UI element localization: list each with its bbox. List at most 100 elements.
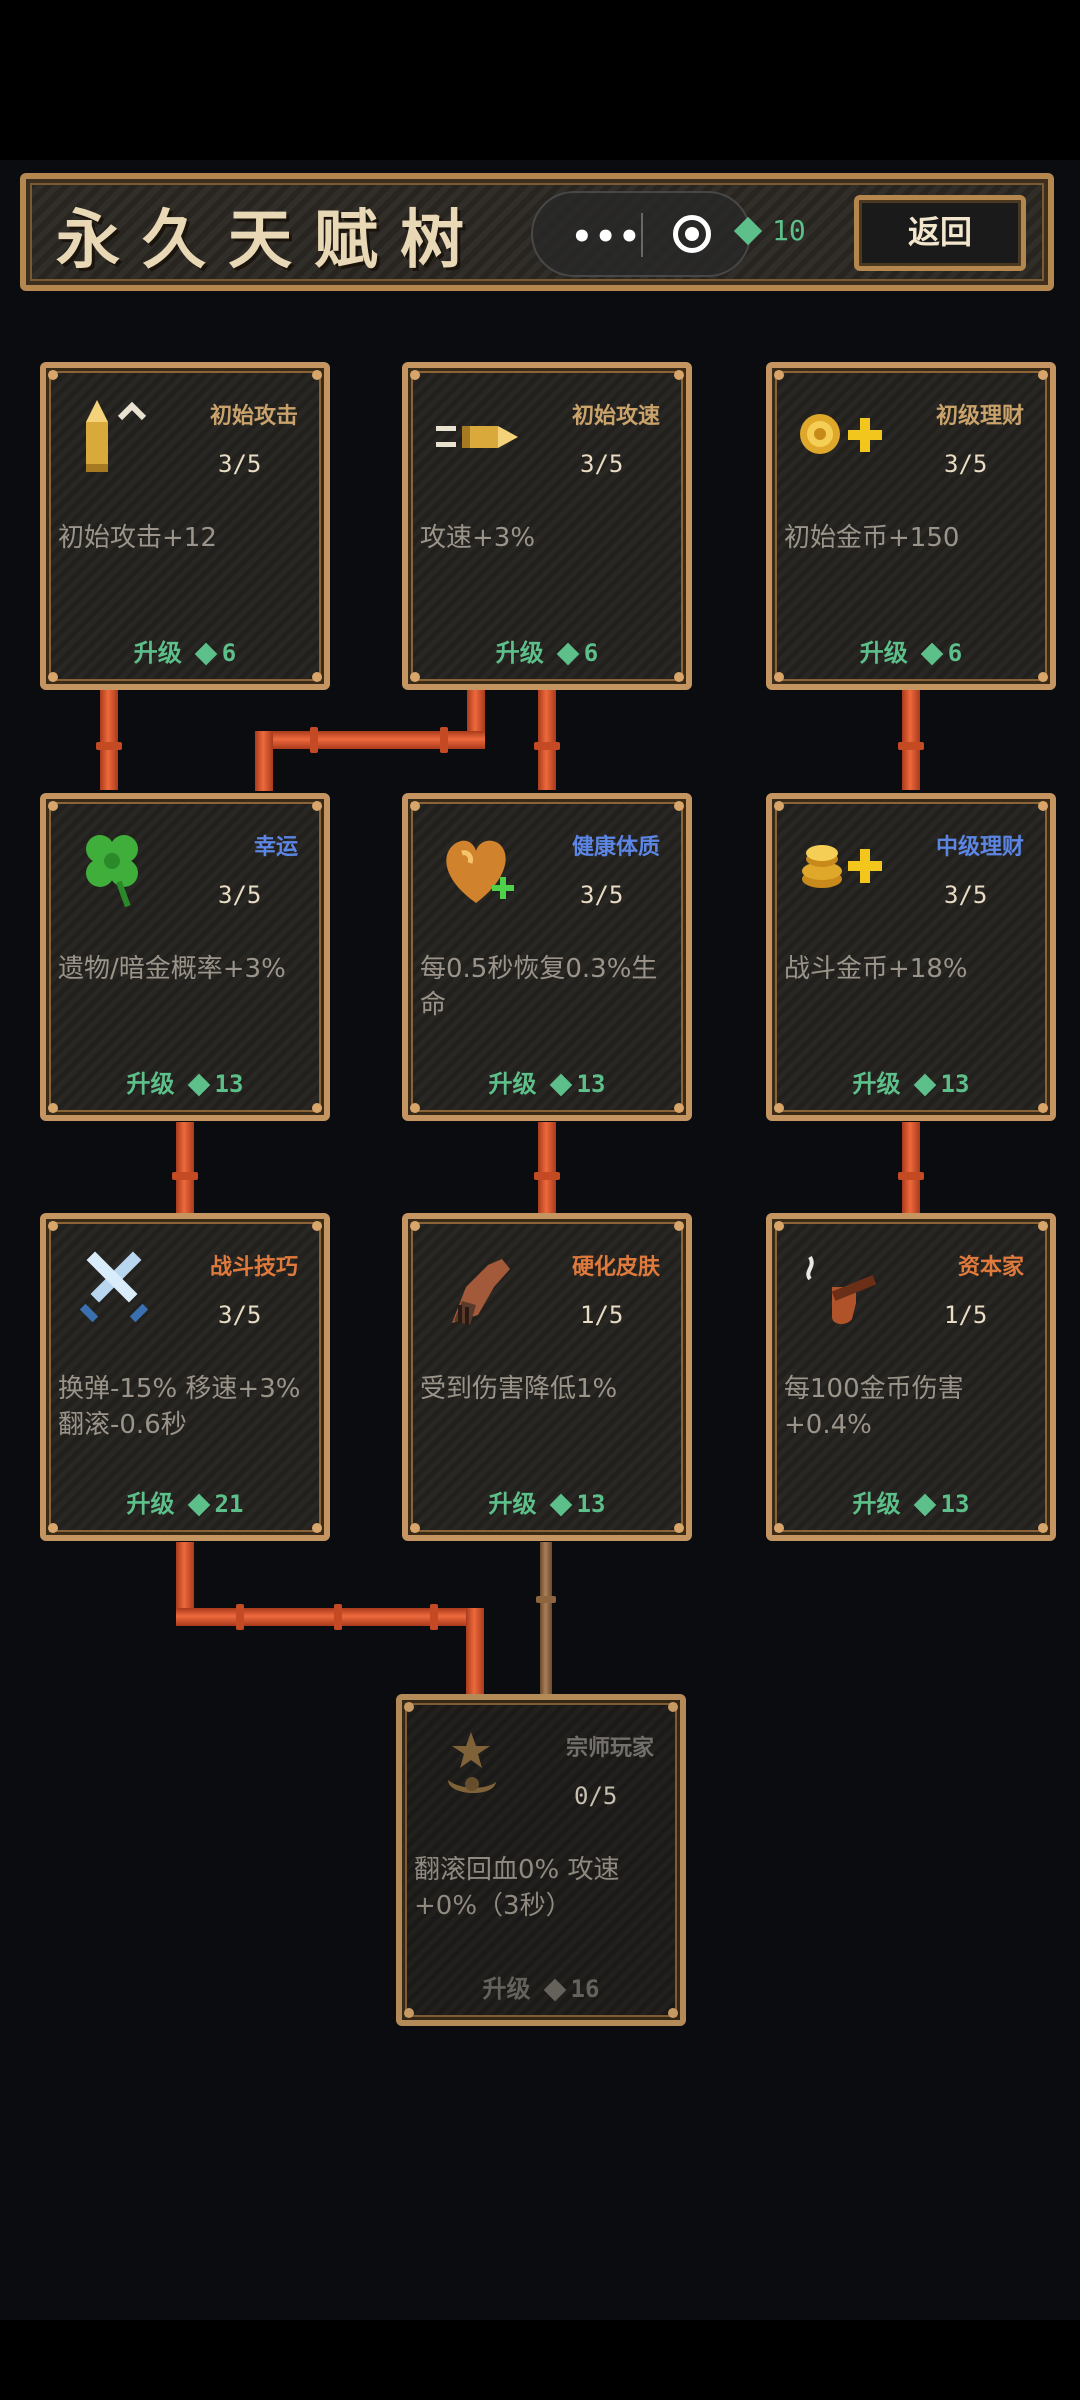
talent-description: 换弹-15% 移速+3% 翻滚-0.6秒 — [58, 1374, 301, 1440]
upgrade-cost: 16 — [570, 1975, 600, 2003]
upgrade-button[interactable]: 升级 16 — [402, 1969, 680, 2004]
rivet — [1038, 1103, 1048, 1113]
rivet — [1038, 1523, 1048, 1533]
rivet — [410, 1221, 420, 1231]
pipe-connector — [100, 690, 118, 790]
gem-icon — [549, 1493, 572, 1517]
rivet — [48, 672, 58, 682]
talent-tree-screen: 永久天赋树 ••• 10 返回 初始攻击 3/5 初始攻击+12 升级 6 初始攻速 3/ — [0, 0, 1080, 2400]
pipe-joint — [334, 1604, 342, 1630]
upgrade-label: 升级 — [482, 1975, 531, 2003]
rivet — [312, 1523, 322, 1533]
pipe-connector — [902, 1122, 920, 1216]
upgrade-label: 升级 — [126, 1070, 175, 1098]
talent-card-healthy-physique[interactable]: 健康体质 3/5 每0.5秒恢复0.3%生命 升级 13 — [402, 793, 692, 1121]
pipe-joint — [440, 727, 448, 753]
rivet — [774, 1221, 784, 1231]
rivet — [312, 801, 322, 811]
talent-card-luck[interactable]: 幸运 3/5 遗物/暗金概率+3% 升级 13 — [40, 793, 330, 1121]
rivet — [48, 1523, 58, 1533]
gem-counter: 10 — [733, 214, 806, 247]
talent-title: 资本家 — [957, 1255, 1024, 1280]
pipe-icon — [796, 1243, 886, 1333]
flying-bullet-icon — [432, 392, 522, 482]
talent-level: 3/5 — [580, 450, 624, 478]
pipe-connector — [538, 690, 556, 790]
rivet — [674, 672, 684, 682]
talent-card-master-player[interactable]: 宗师玩家 0/5 翻滚回血0% 攻速+0%（3秒） 升级 16 — [396, 1694, 686, 2026]
pipe-joint — [534, 742, 560, 750]
talent-description: 战斗金币+18% — [784, 954, 968, 984]
talent-level: 1/5 — [944, 1301, 988, 1329]
upgrade-label: 升级 — [852, 1490, 901, 1518]
talent-card-intermediate-finance[interactable]: 中级理财 3/5 战斗金币+18% 升级 13 — [766, 793, 1056, 1121]
gem-count: 10 — [772, 214, 806, 247]
rivet — [1038, 672, 1048, 682]
rivet — [1038, 801, 1048, 811]
upgrade-button[interactable]: 升级 13 — [46, 1064, 324, 1099]
upgrade-button[interactable]: 升级 21 — [46, 1484, 324, 1519]
gem-icon — [920, 642, 944, 666]
rivet — [410, 370, 420, 380]
rivet — [674, 1221, 684, 1231]
talent-description: 遗物/暗金概率+3% — [58, 954, 286, 984]
talent-title: 宗师玩家 — [565, 1736, 654, 1761]
talent-title: 中级理财 — [935, 835, 1024, 860]
close-target-icon[interactable] — [673, 215, 711, 253]
talent-card-starting-attack[interactable]: 初始攻击 3/5 初始攻击+12 升级 6 — [40, 362, 330, 690]
rivet — [48, 801, 58, 811]
pipe-connector — [538, 1122, 556, 1216]
upgrade-button[interactable]: 升级 6 — [772, 633, 1050, 668]
talent-card-capitalist[interactable]: 资本家 1/5 每100金币伤害+0.4% 升级 13 — [766, 1213, 1056, 1541]
talent-title: 硬化皮肤 — [571, 1255, 660, 1280]
rivet — [668, 1702, 678, 1712]
header-panel: 永久天赋树 ••• 10 返回 — [20, 173, 1054, 291]
page-title: 永久天赋树 — [56, 204, 486, 278]
talent-card-combat-skill[interactable]: 战斗技巧 3/5 换弹-15% 移速+3% 翻滚-0.6秒 升级 21 — [40, 1213, 330, 1541]
talent-card-basic-finance[interactable]: 初级理财 3/5 初始金币+150 升级 6 — [766, 362, 1056, 690]
upgrade-button[interactable]: 升级 13 — [772, 1484, 1050, 1519]
crossed-swords-icon — [70, 1243, 160, 1333]
pipe-connector — [176, 1542, 194, 1616]
rivet — [774, 801, 784, 811]
bottom-bar-area — [0, 2320, 1080, 2400]
talent-title: 初级理财 — [935, 404, 1024, 429]
pipe-joint — [534, 1172, 560, 1180]
rivet — [312, 370, 322, 380]
pipe-joint — [430, 1604, 438, 1630]
upgrade-cost: 6 — [583, 639, 599, 667]
rivet — [774, 1523, 784, 1533]
upgrade-label: 升级 — [859, 639, 908, 667]
back-button[interactable]: 返回 — [854, 195, 1026, 271]
gem-icon — [543, 1978, 566, 2002]
rivet — [1038, 370, 1048, 380]
rivet — [774, 370, 784, 380]
pipe-joint — [898, 742, 924, 750]
rivet — [404, 2008, 414, 2018]
upgrade-button[interactable]: 升级 6 — [408, 633, 686, 668]
pipe-joint — [96, 742, 122, 750]
talent-card-starting-attack-speed[interactable]: 初始攻速 3/5 攻速+3% 升级 6 — [402, 362, 692, 690]
talent-card-hardened-skin[interactable]: 硬化皮肤 1/5 受到伤害降低1% 升级 13 — [402, 1213, 692, 1541]
upgrade-button[interactable]: 升级 13 — [408, 1064, 686, 1099]
upgrade-cost: 21 — [214, 1490, 244, 1518]
more-icon[interactable]: ••• — [571, 217, 642, 257]
pipe-joint — [898, 1172, 924, 1180]
upgrade-button[interactable]: 升级 13 — [408, 1484, 686, 1519]
rivet — [674, 1103, 684, 1113]
rivet — [774, 672, 784, 682]
gem-icon — [187, 1073, 210, 1097]
talent-description: 每0.5秒恢复0.3%生命 — [420, 954, 658, 1020]
upgrade-cost: 13 — [576, 1490, 606, 1518]
talent-level: 3/5 — [944, 450, 988, 478]
heart-plus-icon — [432, 823, 522, 913]
rivet — [774, 1103, 784, 1113]
rivet — [410, 672, 420, 682]
talent-title: 幸运 — [253, 835, 298, 860]
upgrade-button[interactable]: 升级 13 — [772, 1064, 1050, 1099]
pipe-joint — [236, 1604, 244, 1630]
talent-level: 0/5 — [574, 1782, 618, 1810]
upgrade-button[interactable]: 升级 6 — [46, 633, 324, 668]
upgrade-cost: 6 — [947, 639, 963, 667]
pipe-connector — [255, 731, 485, 749]
